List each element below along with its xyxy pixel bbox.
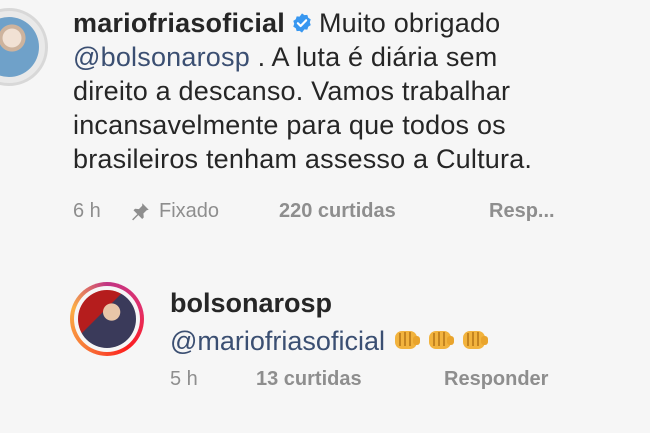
mention-link[interactable]: @mariofriasoficial [170,326,385,356]
avatar-bolsonarosp[interactable] [70,282,144,356]
comment-meta-1: 6 h Fixado 220 curtidas Resp... [73,200,555,223]
comment-text-2: bolsonarosp @mariofriasoficial [170,284,630,360]
comment-text: brasileiros tenham assesso a Cultura. [73,144,533,174]
verified-badge-icon [293,13,311,33]
pinned-indicator: Fixado [129,200,279,223]
oncoming-fist-emoji [428,331,454,349]
likes-count[interactable]: 220 curtidas [279,200,489,223]
pin-icon [132,202,149,220]
oncoming-fist-emoji [394,331,420,349]
oncoming-fist-emoji [462,331,488,349]
avatar-mariofriasoficial[interactable] [0,8,48,86]
comment-timestamp: 6 h [73,200,101,222]
pinned-label: Fixado [159,200,220,222]
fist-emojis [393,327,489,353]
comment-text: incansavelmente para que todos os [73,110,506,140]
comment-text: Muito obrigado [318,8,501,38]
comment-text: direito a descanso. Vamos trabalhar [73,76,511,106]
comment-timestamp: 5 h [170,368,198,390]
comment-text-1: mariofriasoficial Muito obrigado @bolson… [73,6,633,176]
comment-meta-2: 5 h 13 curtidas Responder [170,368,548,391]
reply-button[interactable]: Responder [444,368,548,391]
comment-thread: mariofriasoficial Muito obrigado @bolson… [0,0,650,433]
comment-username[interactable]: bolsonarosp [170,284,630,322]
likes-count[interactable]: 13 curtidas [256,368,444,391]
profile-photo [78,290,136,348]
comment-text: . A luta é diária sem [249,42,498,72]
reply-button[interactable]: Resp... [489,200,555,223]
comment-username[interactable]: mariofriasoficial [73,8,285,38]
profile-photo [0,17,39,77]
mention-link[interactable]: @bolsonarosp [73,42,250,72]
